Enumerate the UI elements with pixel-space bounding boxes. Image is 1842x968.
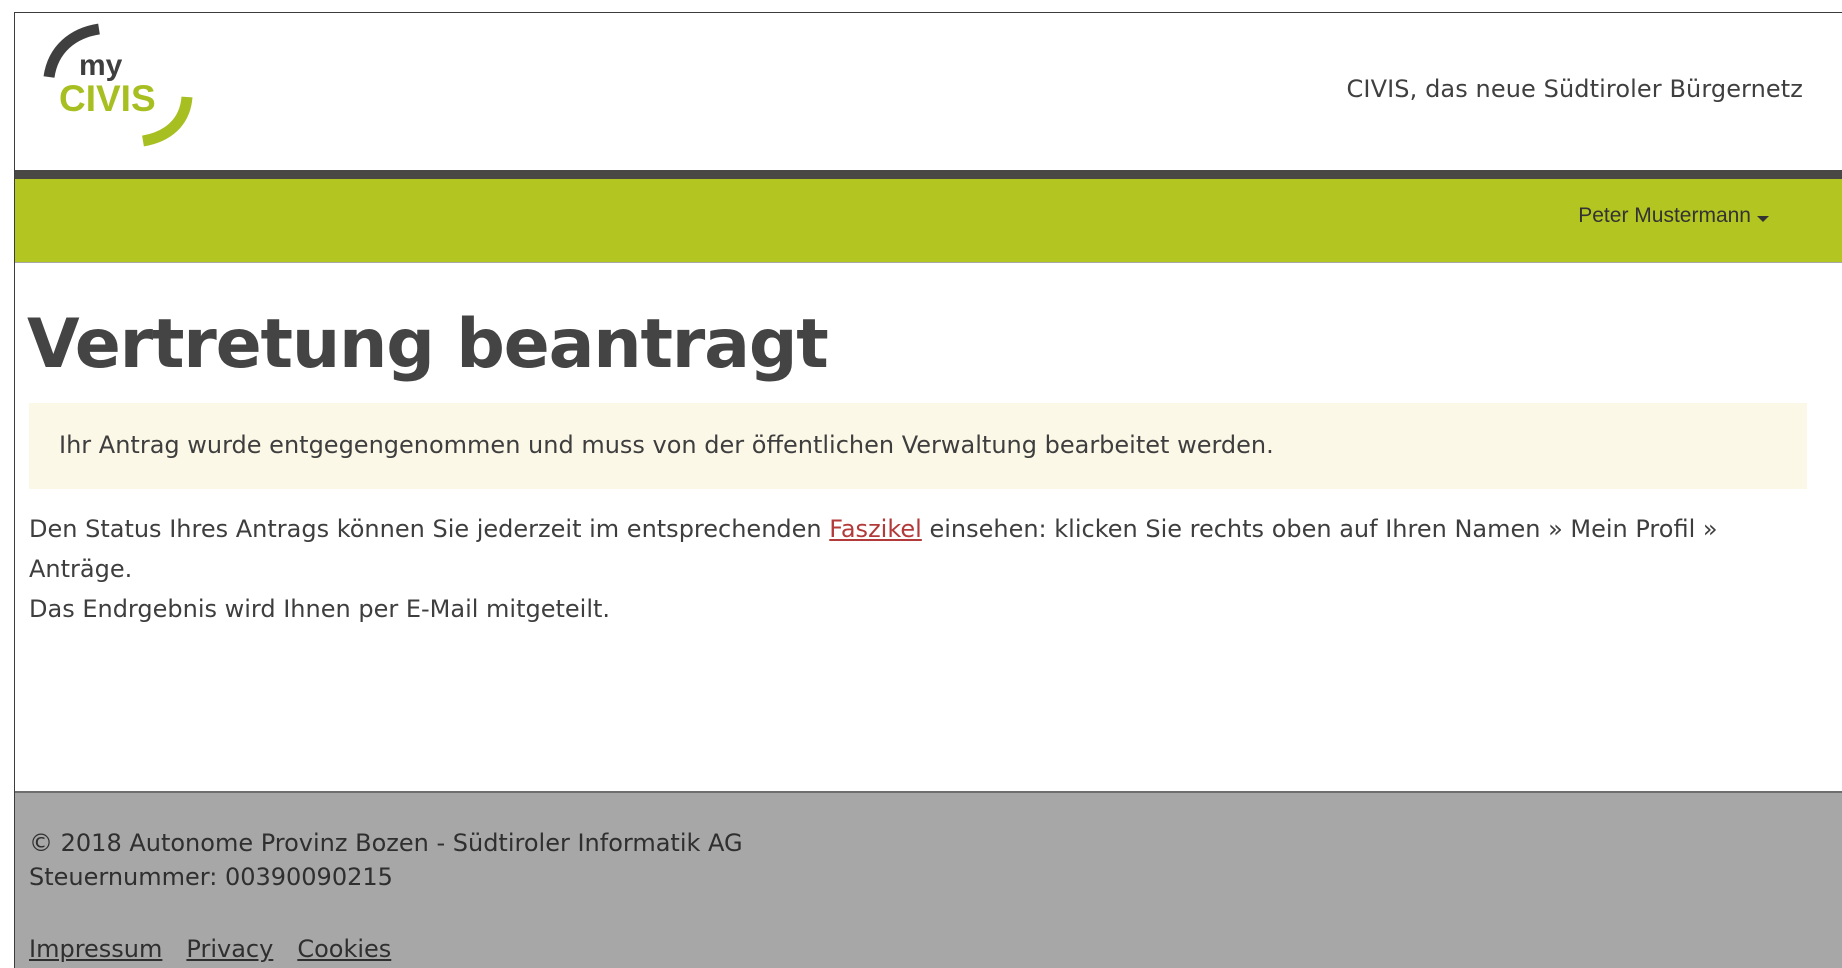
footer-tax-number: Steuernummer: 00390090215 xyxy=(29,863,393,891)
privacy-link[interactable]: Privacy xyxy=(186,935,273,963)
site-header: my CIVIS CIVIS, das neue Südtiroler Bürg… xyxy=(15,13,1842,170)
impressum-link[interactable]: Impressum xyxy=(29,935,162,963)
logo-civis-text: CIVIS xyxy=(59,78,156,119)
status-info: Den Status Ihres Antrags können Sie jede… xyxy=(29,509,1819,629)
caret-down-icon xyxy=(1757,216,1769,222)
site-footer: © 2018 Autonome Provinz Bozen - Südtirol… xyxy=(15,791,1842,968)
footer-links: Impressum Privacy Cookies xyxy=(29,935,391,963)
user-name: Peter Mustermann xyxy=(1578,204,1751,227)
navbar: Peter Mustermann xyxy=(15,179,1842,263)
main-content: Vertretung beantragt Ihr Antrag wurde en… xyxy=(15,263,1842,791)
status-prefix: Den Status Ihres Antrags können Sie jede… xyxy=(29,515,830,543)
user-menu-dropdown[interactable]: Peter Mustermann xyxy=(1578,204,1769,228)
info-alert: Ihr Antrag wurde entgegengenommen und mu… xyxy=(29,403,1807,489)
page: my CIVIS CIVIS, das neue Südtiroler Bürg… xyxy=(14,12,1842,968)
cookies-link[interactable]: Cookies xyxy=(297,935,391,963)
faszikel-link[interactable]: Faszikel xyxy=(829,515,922,543)
page-frame: my CIVIS CIVIS, das neue Südtiroler Bürg… xyxy=(0,0,1842,968)
header-divider xyxy=(15,170,1842,179)
result-paragraph: Das Endrgebnis wird Ihnen per E-Mail mit… xyxy=(29,595,611,623)
mycivis-logo[interactable]: my CIVIS xyxy=(39,19,209,164)
page-title: Vertretung beantragt xyxy=(27,305,829,384)
status-paragraph: Den Status Ihres Antrags können Sie jede… xyxy=(29,509,1819,589)
site-tagline: CIVIS, das neue Südtiroler Bürgernetz xyxy=(1346,75,1803,103)
footer-copyright: © 2018 Autonome Provinz Bozen - Südtirol… xyxy=(29,829,743,857)
logo-graphic: my CIVIS xyxy=(43,23,193,147)
alert-text: Ihr Antrag wurde entgegengenommen und mu… xyxy=(59,431,1274,459)
